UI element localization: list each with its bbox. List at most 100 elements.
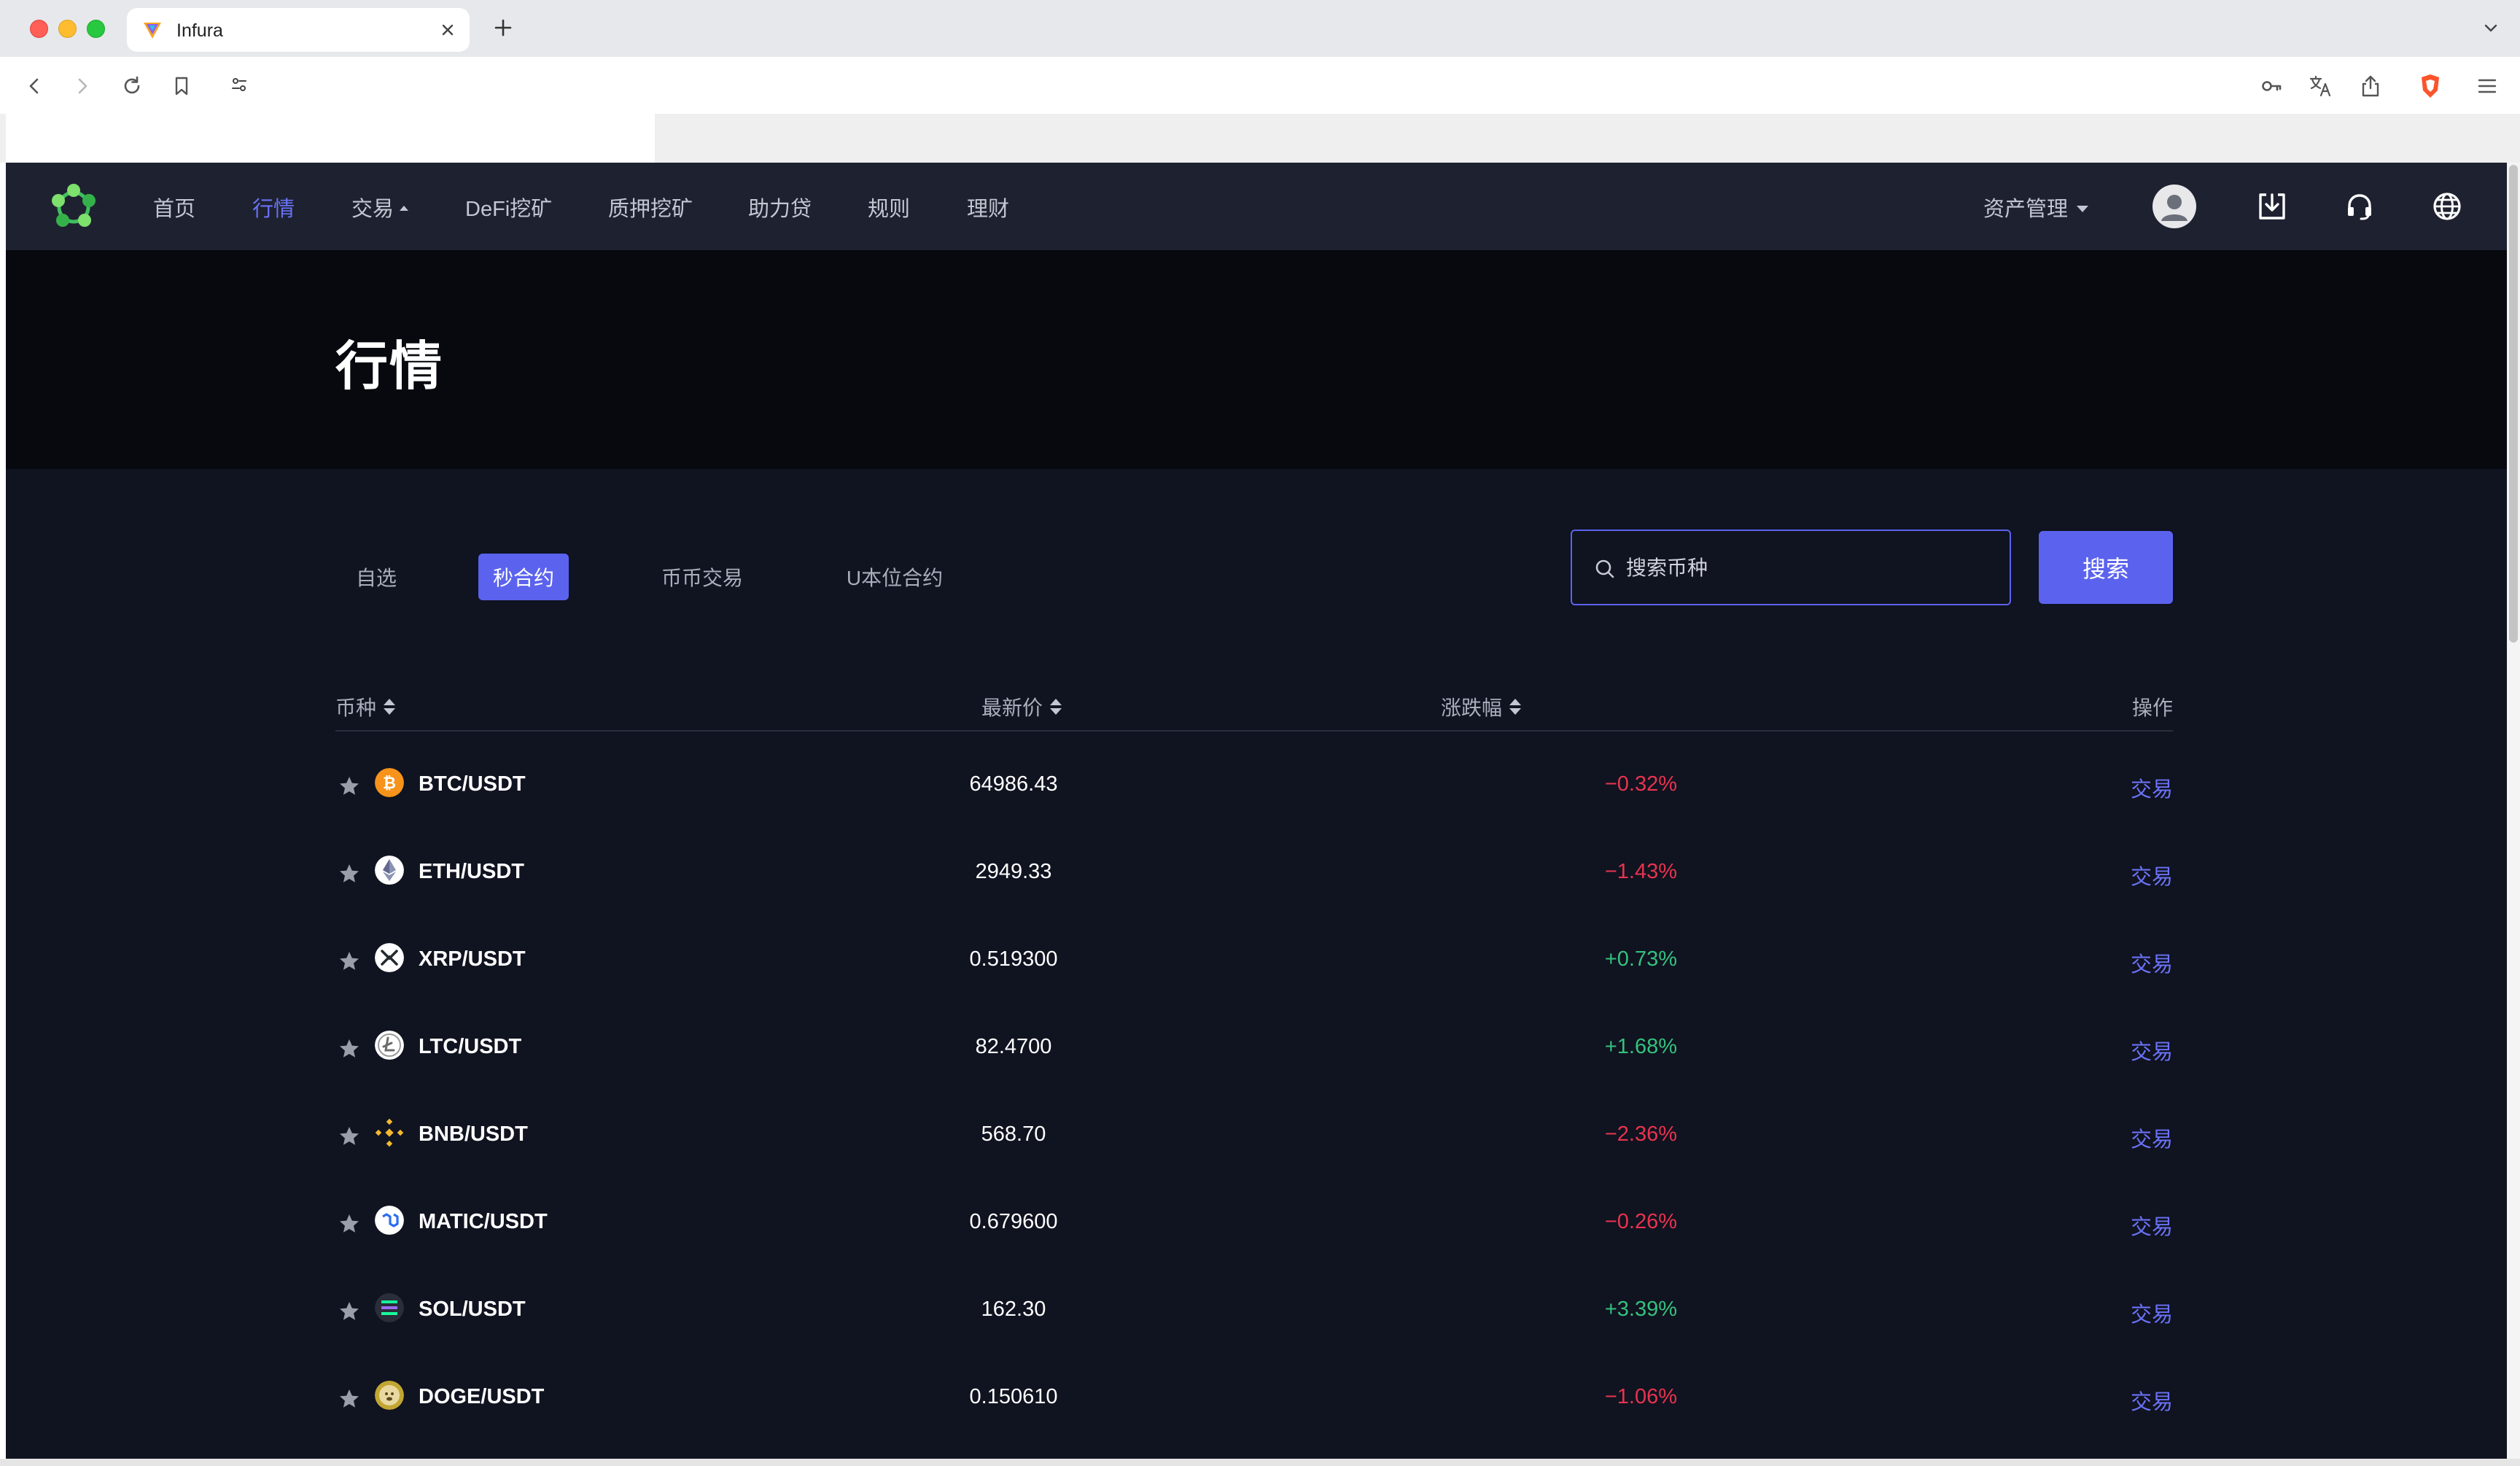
bookmark-icon[interactable] [166,71,197,101]
download-icon[interactable] [2255,189,2290,224]
forward-arrow-icon[interactable] [67,71,98,101]
last-price: 0.150610 [969,1385,1058,1408]
globe-language-icon[interactable] [2430,189,2465,224]
pair-name[interactable]: SOL/USDT [419,1298,526,1322]
caret-up-icon [400,205,409,211]
tab-usdt-futures[interactable]: U本位合约 [836,554,954,600]
tab-favorites[interactable]: 自选 [346,554,407,600]
browser-menu-icon[interactable] [2472,71,2502,101]
favorite-star-icon[interactable] [338,1300,360,1322]
window-minimize-button[interactable] [58,20,77,38]
trade-link[interactable]: 交易 [2131,1210,2173,1241]
search-field[interactable] [1571,530,2011,605]
trade-link[interactable]: 交易 [2131,772,2173,803]
nav-rules[interactable]: 规则 [868,192,910,222]
browser-tab[interactable]: Infura [127,8,470,52]
pair-name[interactable]: ETH/USDT [419,860,524,884]
trade-link[interactable]: 交易 [2131,1122,2173,1153]
header-coin[interactable]: 币种 [335,692,396,721]
new-tab-button[interactable] [489,13,518,42]
change-percent: +1.68% [1604,1035,1677,1058]
headset-support-icon[interactable] [2342,189,2377,224]
favorite-star-icon[interactable] [338,1125,360,1147]
trade-link[interactable]: 交易 [2131,860,2173,891]
last-price: 0.519300 [969,947,1058,971]
page-gap-white [6,114,655,163]
favorite-star-icon[interactable] [338,863,360,885]
trade-link[interactable]: 交易 [2131,1385,2173,1416]
favorite-star-icon[interactable] [338,1038,360,1060]
search-button[interactable]: 搜索 [2039,531,2173,604]
header-change[interactable]: 涨跌幅 [1441,692,1522,721]
window-close-button[interactable] [30,20,48,38]
header-price[interactable]: 最新价 [981,692,1062,721]
last-price: 82.4700 [975,1035,1052,1058]
search-icon [1595,559,1614,578]
table-row: ETH/USDT 2949.33 −1.43% 交易 [335,829,2173,917]
nav-trade-label: 交易 [351,198,394,221]
sol-icon [375,1293,404,1322]
translate-icon[interactable] [2306,71,2336,101]
header-price-label: 最新价 [981,697,1043,719]
sort-icon [1050,699,1062,715]
site-settings-icon[interactable] [226,71,252,98]
last-price: 162.30 [981,1298,1046,1321]
nav-defi-mining[interactable]: DeFi挖矿 [465,192,552,222]
browser-toolbar [0,57,2520,114]
last-price: 2949.33 [975,860,1052,883]
tab-spot-trading[interactable]: 币币交易 [650,554,754,600]
pair-name[interactable]: XRP/USDT [419,947,526,971]
favorite-star-icon[interactable] [338,1213,360,1235]
pair-name[interactable]: DOGE/USDT [419,1385,544,1409]
trade-link[interactable]: 交易 [2131,947,2173,978]
sort-icon [384,699,396,715]
nav-staking-mining[interactable]: 质押挖矿 [608,192,693,222]
header-action: 操作 [2132,692,2173,721]
scrollbar-thumb[interactable] [2509,165,2518,643]
pair-name[interactable]: BNB/USDT [419,1122,528,1147]
infura-favicon-icon [144,23,161,39]
site-root: 首页 行情 交易 DeFi挖矿 质押挖矿 助力贷 规则 理财 资产管理 行情 自… [6,163,2507,1459]
table-header: 币种 最新价 涨跌幅 操作 [335,688,2173,732]
change-percent: +3.39% [1604,1298,1677,1321]
browser-tab-bar: Infura [0,0,2520,57]
change-percent: −0.26% [1604,1210,1677,1233]
brave-shield-icon[interactable] [2415,71,2446,101]
favorite-star-icon[interactable] [338,775,360,797]
pair-name[interactable]: MATIC/USDT [419,1210,548,1234]
search-input[interactable] [1626,549,1991,587]
header-coin-label: 币种 [335,697,377,719]
top-nav: 首页 行情 交易 DeFi挖矿 质押挖矿 助力贷 规则 理财 资产管理 [6,163,2507,250]
back-arrow-icon[interactable] [19,71,50,101]
site-logo-icon[interactable] [48,182,99,233]
nav-loan[interactable]: 助力贷 [748,192,812,222]
window-bottom-edge [0,1459,2520,1466]
pair-name[interactable]: LTC/USDT [419,1035,521,1059]
favorite-star-icon[interactable] [338,1388,360,1410]
nav-wealth[interactable]: 理财 [967,192,1009,222]
address-bar[interactable] [219,57,740,114]
share-icon[interactable] [2355,71,2386,101]
avatar[interactable] [2152,185,2196,228]
header-action-label: 操作 [2131,697,2173,719]
tab-close-icon[interactable] [435,17,461,43]
nav-market[interactable]: 行情 [252,192,295,222]
trade-link[interactable]: 交易 [2131,1298,2173,1328]
tab-second-contract[interactable]: 秒合约 [478,554,569,600]
table-row: BNB/USDT 568.70 −2.36% 交易 [335,1092,2173,1179]
asset-management-menu[interactable]: 资产管理 [1983,192,2089,222]
password-key-icon[interactable] [2256,71,2287,101]
window-zoom-button[interactable] [87,20,105,38]
table-row: MATIC/USDT 0.679600 −0.26% 交易 [335,1179,2173,1267]
nav-home[interactable]: 首页 [153,192,195,222]
change-percent: +0.73% [1604,947,1677,971]
nav-trade[interactable]: 交易 [351,192,409,222]
last-price: 568.70 [981,1122,1046,1146]
asset-management-label: 资产管理 [1983,198,2069,221]
last-price: 64986.43 [969,772,1058,796]
trade-link[interactable]: 交易 [2131,1035,2173,1066]
tab-list-chevron-icon[interactable] [2476,13,2505,42]
reload-icon[interactable] [117,71,147,101]
pair-name[interactable]: BTC/USDT [419,772,526,796]
favorite-star-icon[interactable] [338,950,360,972]
